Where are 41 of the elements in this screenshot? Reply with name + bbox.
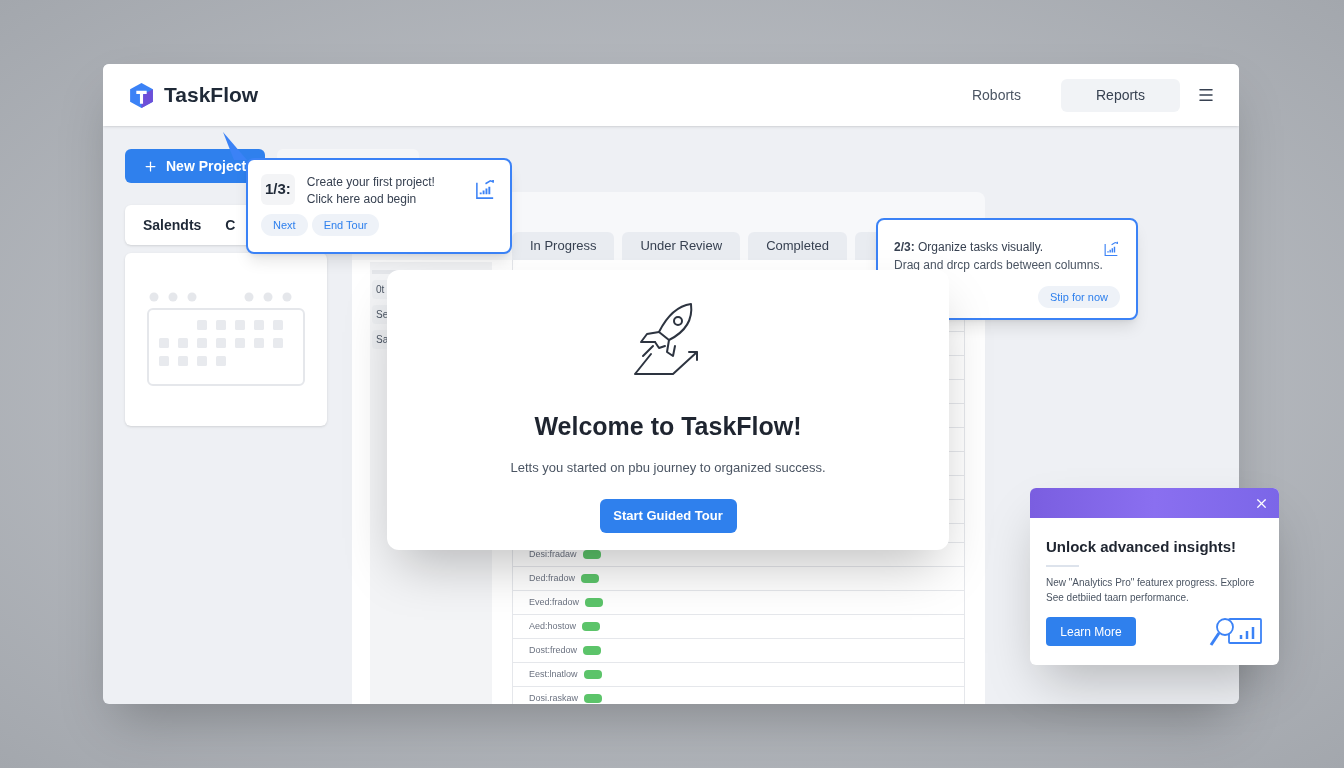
tour-button[interactable]: End Tour — [311, 214, 380, 236]
status-chip — [585, 598, 604, 607]
tooltip-text: 2/3: Organize tasks visually. — [894, 239, 1045, 256]
modal-subtitle: Letts you started on pbu journey to organized success. — [510, 458, 826, 477]
reports-button[interactable]: Reports — [1061, 78, 1180, 112]
status-chip — [582, 550, 601, 559]
app-name: TaskFlow — [164, 82, 259, 109]
start-tour-button[interactable]: Start Guided Tour — [599, 499, 737, 533]
card-title: C — [225, 215, 236, 235]
modal-title: Welcome to TaskFlow! — [534, 411, 802, 442]
row-label: Eest:lnatlow — [529, 667, 578, 681]
status-chip — [582, 622, 601, 631]
row-label: Dosi.raskaw — [529, 691, 578, 704]
row-label: Aed:hostow — [529, 619, 577, 633]
step-badge: 1/3: — [261, 174, 295, 205]
card-title: Salendts — [143, 215, 202, 235]
column-tab[interactable]: Completed — [748, 232, 847, 260]
column-tab[interactable]: In Progress — [512, 232, 615, 260]
plus-icon — [143, 158, 158, 174]
table-row[interactable]: Dosi.raskaw — [513, 686, 964, 704]
nav-link[interactable]: Roborts — [971, 84, 1021, 106]
menu-icon[interactable] — [1197, 86, 1215, 104]
logo-icon — [127, 80, 156, 110]
status-chip — [584, 694, 602, 703]
skip-button[interactable]: Stip for now — [1037, 286, 1120, 308]
popup-title: Unlock advanced insights! — [1046, 537, 1238, 557]
tour-button[interactable]: Next — [261, 214, 308, 236]
chart-icon — [474, 178, 497, 201]
status-chip — [583, 670, 602, 679]
list-item-text: 0t — [376, 283, 385, 297]
status-chip — [581, 574, 600, 583]
learn-more-button[interactable]: Learn More — [1046, 617, 1136, 646]
pointer-icon — [222, 131, 248, 161]
popup-text: New "Analytics Pro" featurex progress. Explore See detbiied taarn performance. — [1046, 575, 1256, 605]
row-label: Ded:fradow — [529, 571, 576, 585]
row-label: Dost:fredow — [529, 643, 578, 657]
column-tab[interactable]: Under Review — [622, 232, 741, 260]
row-label: Desi:fradaw — [529, 547, 577, 561]
tooltip-text: Create your first project! Click here aod begin — [306, 174, 435, 208]
status-chip — [583, 646, 602, 655]
row-label: Eved:fradow — [529, 595, 580, 609]
